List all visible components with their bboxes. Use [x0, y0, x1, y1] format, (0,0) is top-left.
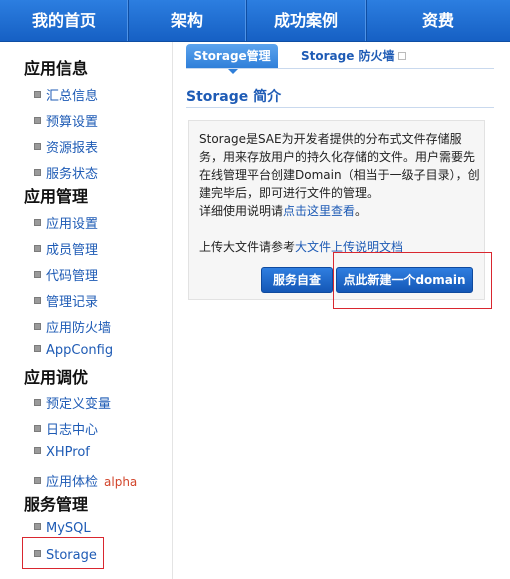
sidebar-item-label: 服务状态 — [46, 167, 99, 182]
bullet-icon — [34, 399, 41, 406]
sidebar-item-label: 成员管理 — [46, 243, 99, 258]
title-divider — [186, 107, 494, 108]
help-link[interactable]: 点击这里查看 — [283, 204, 355, 218]
sidebar-item-predefined-vars[interactable]: 预定义变量 — [34, 393, 111, 412]
sidebar-item-label: 应用设置 — [46, 217, 99, 232]
bullet-icon — [34, 117, 41, 124]
tab-separator-icon — [398, 52, 406, 60]
bullet-icon — [34, 477, 41, 484]
nav-success-cases[interactable]: 成功案例 — [246, 0, 366, 41]
tab-storage-management[interactable]: Storage管理 — [186, 44, 278, 74]
sidebar-item-summary[interactable]: 汇总信息 — [34, 85, 98, 104]
tab-underline — [186, 68, 494, 69]
sidebar-item-label: 汇总信息 — [46, 89, 99, 104]
section-app-info: 应用信息 — [24, 59, 89, 78]
create-domain-highlight-box — [333, 252, 492, 309]
sidebar-item-label: 预算设置 — [46, 115, 99, 130]
storage-highlight-box — [22, 537, 104, 569]
sidebar-item-app-checkup[interactable]: 应用体检 alpha — [34, 471, 137, 490]
sidebar-item-label: 预定义变量 — [46, 397, 112, 412]
bullet-icon — [34, 143, 41, 150]
bullet-icon — [34, 169, 41, 176]
bullet-icon — [34, 271, 41, 278]
nav-architecture[interactable]: 架构 — [128, 0, 246, 41]
bullet-icon — [34, 219, 41, 226]
intro-text: Storage是SAE为开发者提供的分布式文件存储服务，用来存放用户的持久化存储… — [199, 130, 481, 256]
sidebar-item-firewall[interactable]: 应用防火墙 — [34, 317, 111, 336]
section-app-management: 应用管理 — [24, 187, 89, 206]
bullet-icon — [34, 297, 41, 304]
sidebar-item-service-status[interactable]: 服务状态 — [34, 163, 98, 182]
sidebar-item-label: MySQL — [46, 521, 91, 536]
sidebar-item-members[interactable]: 成员管理 — [34, 239, 98, 258]
bullet-icon — [34, 345, 41, 352]
bullet-icon — [34, 323, 41, 330]
help-suffix: 。 — [355, 204, 368, 218]
bullet-icon — [34, 245, 41, 252]
bullet-icon — [34, 447, 41, 454]
sidebar-item-label: 日志中心 — [46, 423, 99, 438]
top-navigation: 我的首页 架构 成功案例 资费 — [0, 0, 510, 42]
sidebar-item-label: 管理记录 — [46, 295, 99, 310]
sidebar-item-resource-report[interactable]: 资源报表 — [34, 137, 98, 156]
section-app-tuning: 应用调优 — [24, 368, 89, 387]
intro-description: Storage是SAE为开发者提供的分布式文件存储服务，用来存放用户的持久化存储… — [199, 132, 480, 200]
bullet-icon — [34, 523, 41, 530]
nav-pricing[interactable]: 资费 — [366, 0, 510, 41]
sidebar-item-label: 应用体检 — [46, 475, 99, 490]
tab-storage-firewall[interactable]: Storage 防火墙 — [301, 44, 395, 68]
sidebar-item-label: 应用防火墙 — [46, 321, 112, 336]
sidebar-item-label: XHProf — [46, 445, 90, 460]
help-prefix: 详细使用说明请 — [199, 204, 284, 218]
bullet-icon — [34, 91, 41, 98]
sidebar-item-label: AppConfig — [46, 343, 114, 358]
sidebar-item-code[interactable]: 代码管理 — [34, 265, 98, 284]
nav-home[interactable]: 我的首页 — [0, 0, 128, 41]
intro-help-line: 详细使用说明请点击这里查看。 — [199, 202, 481, 220]
sidebar-item-mysql[interactable]: MySQL — [34, 521, 91, 536]
sidebar-item-appconfig[interactable]: AppConfig — [34, 343, 113, 358]
sidebar-item-app-settings[interactable]: 应用设置 — [34, 213, 98, 232]
sidebar-item-label: 代码管理 — [46, 269, 99, 284]
bullet-icon — [34, 425, 41, 432]
page-title: Storage 简介 — [186, 89, 282, 105]
sidebar-item-budget[interactable]: 预算设置 — [34, 111, 98, 130]
sidebar-item-log-center[interactable]: 日志中心 — [34, 419, 98, 438]
sidebar-item-xhprof[interactable]: XHProf — [34, 445, 90, 460]
section-service-management: 服务管理 — [24, 495, 89, 514]
sidebar-item-label: 资源报表 — [46, 141, 99, 156]
upload-prefix: 上传大文件请参考 — [199, 240, 296, 254]
alpha-badge: alpha — [104, 475, 138, 489]
sidebar-item-logs[interactable]: 管理记录 — [34, 291, 98, 310]
service-self-check-button[interactable]: 服务自查 — [261, 267, 333, 293]
